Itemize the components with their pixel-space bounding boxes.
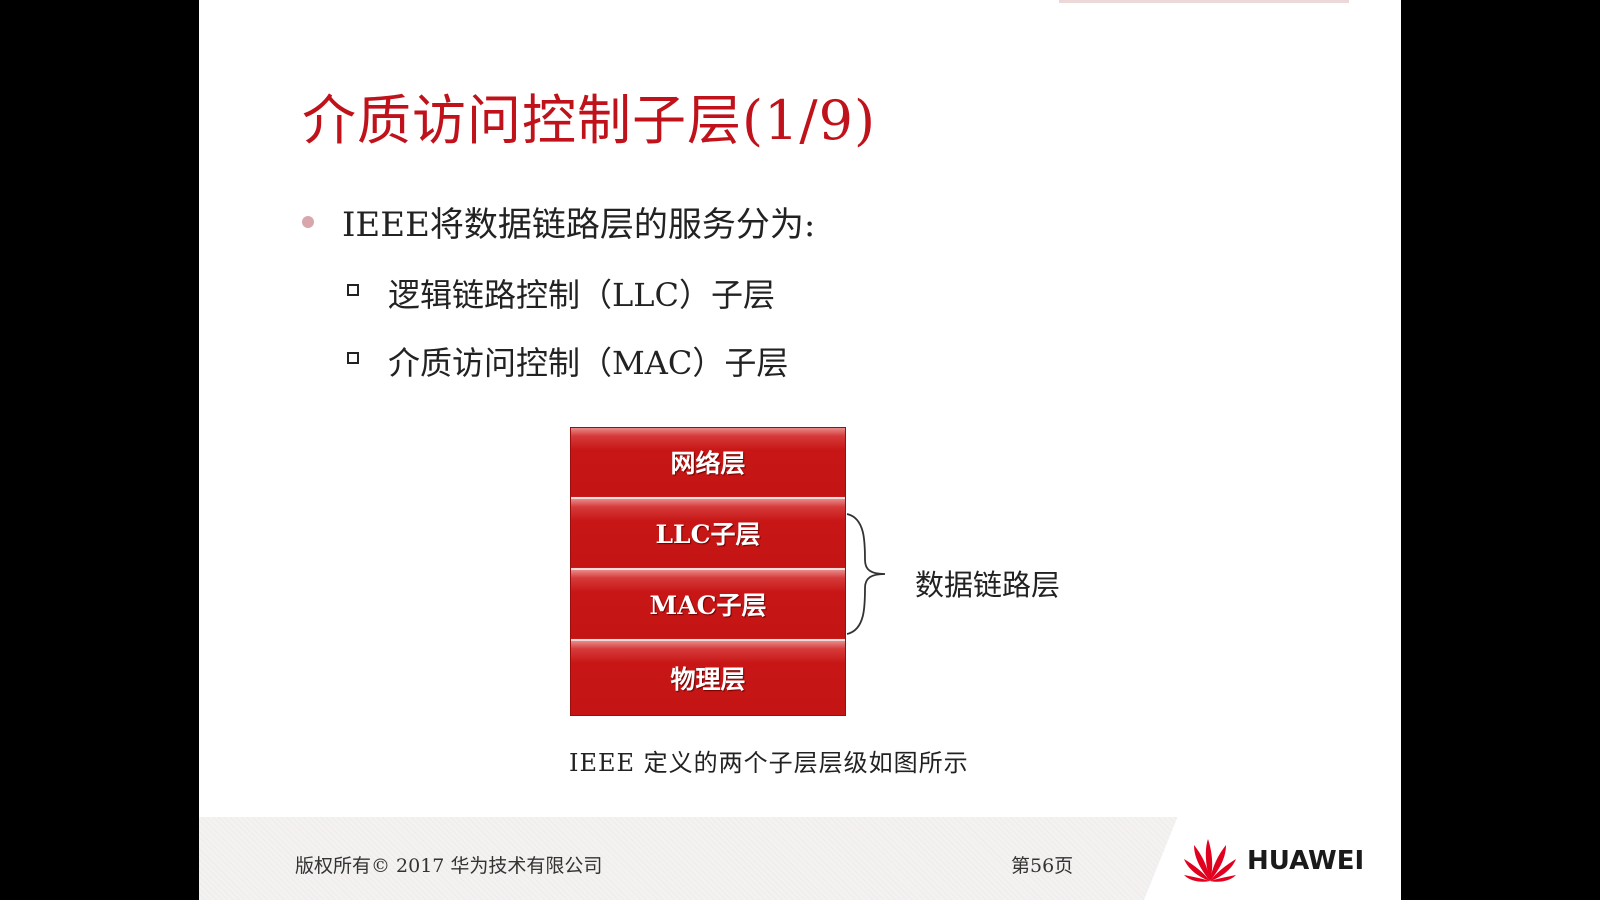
layer-mac: MAC子层 [571,570,845,638]
footer: 版权所有© 2017 华为技术有限公司 第56页 HUAWEI [199,817,1401,900]
layer-llc: LLC子层 [571,499,845,567]
bullet-text: IEEE将数据链路层的服务分为: [342,205,816,245]
sub-item-llc: 逻辑链路控制（LLC）子层 [388,276,775,314]
data-link-layer-label: 数据链路层 [915,568,1061,602]
top-accent-line [1059,0,1349,3]
slide-title: 介质访问控制子层(1/9) [302,89,877,152]
curly-brace-icon [846,513,886,635]
square-bullet-icon [347,352,359,364]
layer-physical: 物理层 [571,641,845,715]
page-number: 第56页 [1011,855,1074,877]
bullet-dot-icon [302,216,314,228]
slide: 介质访问控制子层(1/9) IEEE将数据链路层的服务分为: 逻辑链路控制（LL… [199,0,1401,900]
layer-network: 网络层 [571,428,845,496]
huawei-logo-text: HUAWEI [1247,846,1365,876]
sub-item-mac: 介质访问控制（MAC）子层 [388,344,789,382]
huawei-flower-logo-icon [1184,839,1236,882]
layer-stack-diagram: 网络层 LLC子层 MAC子层 物理层 [570,427,846,716]
square-bullet-icon [347,284,359,296]
diagram-caption: IEEE 定义的两个子层层级如图所示 [569,749,969,777]
copyright-text: 版权所有© 2017 华为技术有限公司 [295,855,603,877]
